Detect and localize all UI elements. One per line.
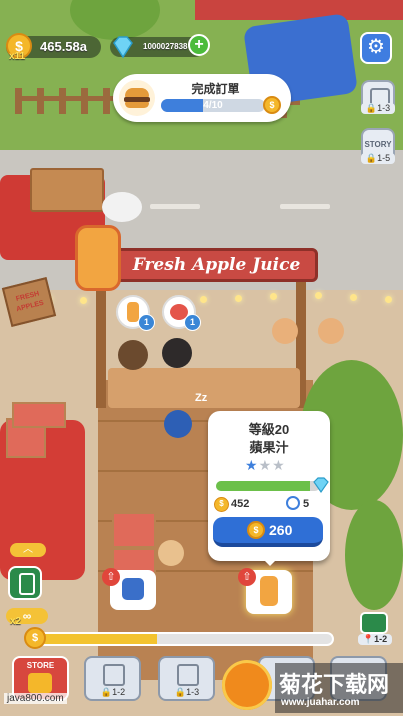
juice-bottle-icon	[75, 225, 121, 291]
lock-feature-icon	[103, 664, 125, 686]
map-button[interactable]	[360, 612, 388, 634]
barn-roof	[195, 0, 403, 20]
infinity-icon: ∞	[22, 609, 32, 623]
collapse-button[interactable]: ︿	[10, 543, 46, 557]
add-gems-button[interactable]: +	[188, 34, 210, 56]
customer	[118, 340, 148, 370]
coin-icon: $	[24, 627, 46, 649]
string-light	[80, 297, 87, 304]
apple-crate	[112, 512, 156, 548]
bottom-multiplier: x2	[10, 616, 22, 627]
order-count-badge: 1	[138, 314, 155, 331]
income-value: 452	[231, 498, 250, 510]
order-count-badge: 1	[184, 314, 201, 331]
story-label: STORY	[364, 140, 392, 149]
speed-value: 5	[303, 498, 310, 510]
road-marking	[150, 204, 200, 209]
juice-bottle-icon	[127, 302, 139, 322]
order-panel[interactable]: 完成訂單 4/10 $	[113, 74, 291, 122]
coin-multiplier: x11	[9, 51, 26, 62]
string-light	[235, 295, 242, 302]
crate	[30, 168, 104, 212]
upgrade-arrow-icon[interactable]: ⇧	[238, 568, 256, 586]
battery-icon	[19, 573, 35, 595]
store-icon	[28, 673, 52, 693]
gem-amount: 1000027838	[143, 42, 188, 51]
diamond-icon	[110, 34, 136, 60]
order-title: 完成訂單	[191, 82, 240, 96]
exhaust-smoke	[102, 192, 142, 222]
tab-store-label: STORE	[26, 661, 55, 670]
shirt-icon	[177, 664, 199, 686]
worker	[164, 410, 192, 438]
worker	[158, 540, 184, 566]
stage-progress-fill	[40, 634, 157, 644]
string-light	[315, 292, 322, 299]
watermark-url: www.juahar.com	[281, 697, 360, 708]
coin-amount: 465.58a	[40, 39, 87, 54]
customer	[272, 318, 298, 344]
upgrade-arrow-icon[interactable]: ⇧	[102, 568, 120, 586]
apple-crate	[12, 402, 66, 428]
sleep-icon: Zz	[195, 392, 208, 404]
station-info-panel: 等級20 蘋果汁 ★★★ $ 452 5 $ 260	[208, 411, 330, 561]
shop-sign: Fresh Apple Juice	[115, 248, 318, 282]
map-level-label: 📍1-2	[358, 634, 392, 645]
watermark-site: java800.com	[4, 693, 67, 704]
energy-boost-button[interactable]	[8, 566, 42, 600]
clock-icon	[286, 496, 300, 510]
diamond-icon	[312, 476, 330, 494]
coin-icon: $	[247, 521, 265, 539]
upgrade-cost: 260	[269, 522, 293, 538]
road-marking	[280, 204, 330, 209]
coin-reward-icon: $	[263, 96, 281, 114]
string-light	[200, 296, 207, 303]
coin-icon: $	[214, 497, 229, 512]
level-progress-bar	[216, 481, 320, 491]
tab-lock-label: 🔒1-2	[100, 687, 126, 697]
order-progress-text: 4/10	[203, 100, 223, 111]
order-bubble[interactable]: 1	[116, 295, 155, 331]
lock-level-label: 🔒1-3	[361, 103, 395, 114]
order-bubble[interactable]: 1	[162, 295, 201, 331]
level-progress-fill	[216, 481, 310, 491]
settings-button[interactable]: ⚙	[360, 32, 392, 64]
string-light	[385, 296, 392, 303]
station-product: 蘋果汁	[249, 440, 289, 455]
burger-icon	[119, 80, 155, 116]
flower-logo-icon	[222, 660, 272, 710]
station-level: 等級20	[248, 422, 290, 437]
stage-progress-bar	[38, 632, 334, 646]
watermark-brand: 菊花下载网	[279, 672, 390, 697]
juice-bottle-icon	[260, 576, 278, 606]
watermark-banner: 菊花下载网 www.juahar.com	[275, 663, 403, 713]
lock-level-label: 🔒1-5	[361, 153, 395, 164]
fence	[15, 88, 115, 114]
customer	[162, 338, 192, 368]
star-icon: ★	[258, 457, 273, 473]
string-light	[350, 294, 357, 301]
gear-icon: ⚙	[367, 36, 385, 58]
tab-lock-label: 🔒1-3	[174, 687, 200, 697]
tab-locked[interactable]: 🔒1-2	[84, 656, 141, 701]
customer	[318, 318, 344, 344]
upgrade-button[interactable]: $ 260	[213, 517, 323, 547]
stall-post	[96, 278, 106, 408]
star-icon: ★	[272, 457, 286, 473]
string-light	[270, 293, 277, 300]
star-icon: ★	[245, 457, 259, 473]
chevron-up-icon: ︿	[23, 544, 33, 555]
bucket-icon	[122, 578, 144, 600]
apple-tree	[345, 500, 403, 610]
star-rating: ★★★	[245, 457, 286, 474]
tab-locked[interactable]: 🔒1-3	[158, 656, 215, 701]
panel-pointer	[262, 558, 278, 566]
